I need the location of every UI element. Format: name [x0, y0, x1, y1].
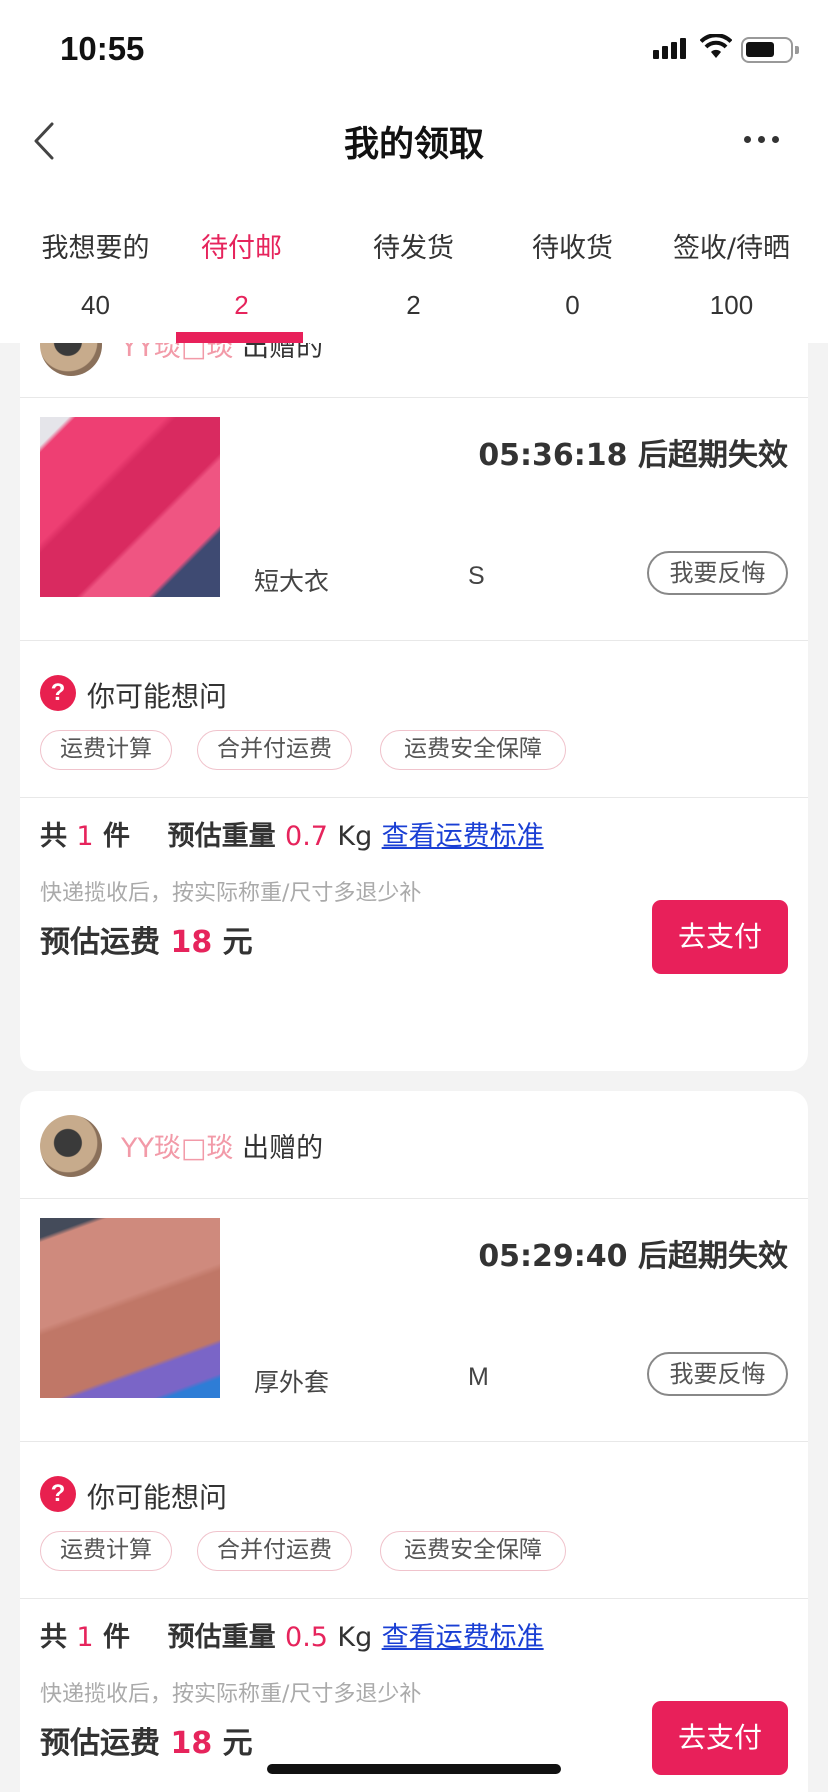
order-summary: 共 1 件 预估重量 0.7 Kg 查看运费标准: [40, 814, 544, 853]
total-unit: 件: [103, 1622, 130, 1653]
tab-awaiting-receipt[interactable]: 待收货 0: [490, 184, 655, 343]
fee-label: 预估运费: [40, 925, 160, 960]
weight-label: 预估重量: [167, 1622, 276, 1653]
product-photo[interactable]: [40, 417, 220, 597]
faq-chip-shipping-protection[interactable]: 运费安全保障: [380, 730, 566, 770]
countdown-text: 05:36:18 后超期失效: [478, 438, 788, 473]
tab-wanted[interactable]: 我想要的 40: [13, 184, 178, 343]
pay-button[interactable]: 去支付: [652, 1701, 788, 1775]
total-prefix: 共: [40, 1622, 67, 1653]
fee-unit: 元: [222, 925, 253, 960]
faq-chip-combine-shipping[interactable]: 合并付运费: [197, 1531, 352, 1571]
giver-suffix: 出赠的: [242, 343, 324, 363]
fee-label: 预估运费: [40, 1726, 160, 1761]
order-card: YY琰□琰 出赠的 05:29:40 后超期失效 厚外套 M 我要反悔 ? 你可…: [20, 1091, 808, 1792]
product-name: 厚外套: [254, 1368, 330, 1397]
nav-bar: 我的领取: [0, 96, 828, 184]
avatar[interactable]: [40, 1115, 102, 1177]
avatar[interactable]: [40, 343, 102, 376]
tab-awaiting-shipment[interactable]: 待发货 2: [331, 184, 496, 343]
fee-unit: 元: [222, 1726, 253, 1761]
faq-chip-shipping-calc[interactable]: 运费计算: [40, 1531, 172, 1571]
giver-line: YY琰□琰 出赠的: [121, 343, 323, 364]
divider: [20, 797, 808, 798]
weight-value: 0.7: [285, 821, 328, 852]
question-icon: ?: [40, 675, 76, 711]
divider: [20, 1198, 808, 1199]
wifi-icon: [700, 34, 732, 58]
tab-count: 2: [234, 290, 249, 320]
fee-value: 18: [170, 925, 213, 960]
weight-value: 0.5: [285, 1622, 328, 1653]
giver-suffix: 出赠的: [242, 1133, 324, 1164]
active-tab-indicator: [176, 332, 303, 343]
status-time: 10:55: [60, 30, 145, 67]
product-size: M: [468, 1363, 489, 1391]
faq-title: 你可能想问: [87, 1481, 228, 1514]
tab-signed-review[interactable]: 签收/待晒 100: [649, 184, 814, 343]
divider: [20, 1441, 808, 1442]
giver-nickname[interactable]: YY琰□琰: [121, 1133, 234, 1164]
page-title: 我的领取: [343, 125, 484, 165]
weight-unit: Kg: [337, 1622, 373, 1653]
order-status-tabs: 我想要的 40 待付邮 2 待发货 2 待收货 0 签收/待晒 100: [0, 184, 828, 343]
giver-line: YY琰□琰 出赠的: [121, 1126, 323, 1165]
tab-label: 待收货: [532, 233, 613, 264]
estimated-fee: 预估运费 18 元: [40, 917, 253, 961]
tab-label: 待发货: [373, 233, 454, 264]
faq-chip-shipping-protection[interactable]: 运费安全保障: [380, 1531, 566, 1571]
divider: [20, 1598, 808, 1599]
total-count: 1: [76, 1622, 94, 1653]
tab-awaiting-postage[interactable]: 待付邮 2: [159, 184, 324, 343]
product-photo[interactable]: [40, 1218, 220, 1398]
divider: [20, 397, 808, 398]
faq-chip-combine-shipping[interactable]: 合并付运费: [197, 730, 352, 770]
fee-value: 18: [170, 1726, 213, 1761]
more-options-icon[interactable]: [744, 136, 779, 143]
estimated-fee: 预估运费 18 元: [40, 1718, 253, 1762]
tab-count: 40: [81, 290, 110, 320]
total-prefix: 共: [40, 821, 67, 852]
fee-standard-link[interactable]: 查看运费标准: [382, 821, 544, 852]
tab-label: 待付邮: [201, 233, 282, 264]
pay-button[interactable]: 去支付: [652, 900, 788, 974]
regret-button[interactable]: 我要反悔: [647, 551, 788, 595]
countdown-text: 05:29:40 后超期失效: [478, 1239, 788, 1274]
battery-icon: [741, 37, 799, 63]
question-icon: ?: [40, 1476, 76, 1512]
weight-unit: Kg: [337, 821, 373, 852]
status-bar: 10:55: [0, 0, 828, 96]
faq-title: 你可能想问: [87, 680, 228, 713]
regret-button[interactable]: 我要反悔: [647, 1352, 788, 1396]
tab-label: 签收/待晒: [672, 233, 791, 264]
fee-standard-link[interactable]: 查看运费标准: [382, 1622, 544, 1653]
weight-label: 预估重量: [167, 821, 276, 852]
order-summary: 共 1 件 预估重量 0.5 Kg 查看运费标准: [40, 1615, 544, 1654]
total-unit: 件: [103, 821, 130, 852]
home-indicator[interactable]: [267, 1764, 561, 1774]
total-count: 1: [76, 821, 94, 852]
tab-count: 0: [565, 290, 580, 320]
order-card: YY琰□琰 出赠的 05:36:18 后超期失效 短大衣 S 我要反悔 ? 你可…: [20, 343, 808, 1071]
weight-note: 快递揽收后，按实际称重/尺寸多退少补: [40, 1682, 422, 1707]
faq-chip-shipping-calc[interactable]: 运费计算: [40, 730, 172, 770]
tab-count: 2: [406, 290, 421, 320]
divider: [20, 640, 808, 641]
product-size: S: [468, 562, 485, 590]
cellular-signal-icon: [653, 38, 686, 59]
product-name: 短大衣: [254, 567, 330, 596]
giver-nickname[interactable]: YY琰□琰: [121, 343, 234, 363]
tab-count: 100: [709, 290, 754, 320]
weight-note: 快递揽收后，按实际称重/尺寸多退少补: [40, 881, 422, 906]
tab-label: 我想要的: [41, 233, 150, 264]
